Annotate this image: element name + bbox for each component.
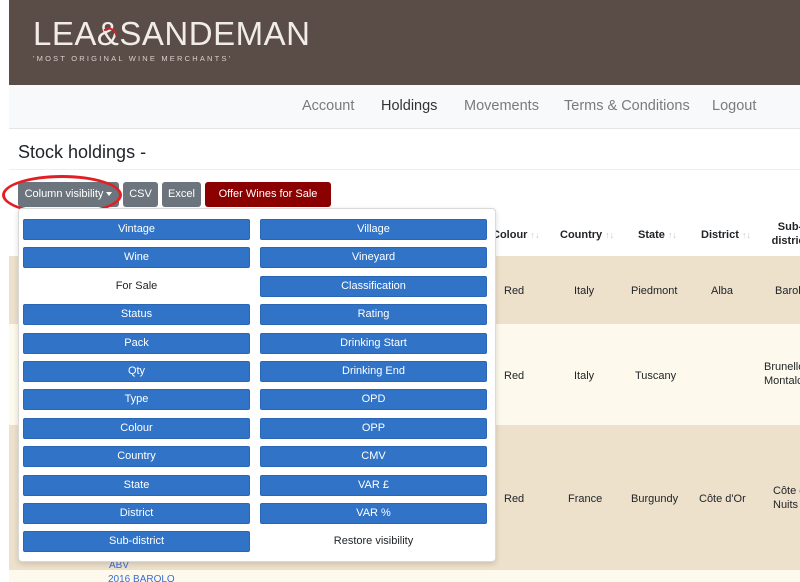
th-subdistrict[interactable]: Sub-district: [770, 220, 800, 248]
nav-logout[interactable]: Logout: [712, 98, 756, 114]
brand-name-right: SANDEMAN: [119, 15, 311, 52]
column-toggle-wine[interactable]: Wine: [23, 247, 250, 269]
cell-subdistrict: Barolo: [775, 285, 800, 297]
cell-state: Burgundy: [631, 493, 679, 505]
cell-state: Piedmont: [631, 285, 678, 297]
top-nav: Account Holdings Movements Terms & Condi…: [9, 85, 800, 129]
cell-subdistrict: Côte de Nuits: [773, 485, 800, 511]
column-toggle-var[interactable]: VAR £: [260, 474, 487, 496]
brand-tagline: 'MOST ORIGINAL WINE MERCHANTS': [33, 54, 233, 63]
column-toggle-opp[interactable]: OPP: [260, 417, 487, 439]
csv-button[interactable]: CSV: [123, 182, 158, 207]
column-toggle-pack[interactable]: Pack: [23, 332, 250, 354]
cell-subdistrict: Brunello Montalcino: [764, 361, 800, 387]
cell-district: Côte d'Or: [699, 493, 746, 505]
cell-colour: Red: [504, 493, 525, 505]
sort-icon: ↑↓: [741, 230, 751, 240]
column-visibility-menu: Vintage Wine For Sale Status Pack Qty Type Colo…: [18, 208, 496, 562]
column-toggle-vineyard[interactable]: Vineyard: [260, 247, 487, 269]
cell-colour: Red: [504, 370, 525, 382]
th-subdistrict-label: Sub-district: [771, 221, 800, 247]
th-state[interactable]: State ↑↓: [638, 228, 677, 242]
column-toggle-type[interactable]: Type: [23, 389, 250, 411]
nav-account[interactable]: Account: [302, 98, 354, 114]
column-toggle-var[interactable]: VAR %: [260, 503, 487, 524]
column-toggle-status[interactable]: Status: [23, 304, 250, 326]
cell-country: Italy: [574, 285, 595, 297]
th-district[interactable]: District ↑↓: [701, 228, 751, 242]
table-header: Colour ↑↓ Country ↑↓ State ↑↓ District ↑↓ Su…: [486, 214, 800, 256]
column-toggle-for-sale[interactable]: For Sale: [23, 276, 250, 297]
cell-colour: Red: [504, 285, 525, 297]
brand-logo[interactable]: LEA&SANDEMAN 'MOST ORIGINAL WINE MERCHAN…: [33, 14, 310, 63]
title-divider: [9, 169, 800, 170]
offer-wines-button[interactable]: Offer Wines for Sale: [205, 182, 331, 207]
cell-country: France: [568, 493, 603, 505]
nav-movements[interactable]: Movements: [464, 98, 539, 114]
column-toggle-drinking-start[interactable]: Drinking Start: [260, 332, 487, 354]
column-visibility-label: Column visibility: [24, 188, 104, 200]
column-toggle-cmv[interactable]: CMV: [260, 446, 487, 468]
column-toggle-colour[interactable]: Colour: [23, 417, 250, 439]
column-toggle-rating[interactable]: Rating: [260, 304, 487, 326]
cell-state: Tuscany: [635, 370, 677, 382]
sort-icon: ↑↓: [530, 230, 540, 240]
brand-name-left: LEA: [33, 15, 97, 52]
column-toggle-qty[interactable]: Qty: [23, 361, 250, 382]
cell-country: Italy: [574, 370, 595, 382]
column-toggle-district[interactable]: District: [23, 503, 250, 524]
th-colour[interactable]: Colour ↑↓: [492, 228, 539, 242]
brand-name: LEA&SANDEMAN: [33, 14, 310, 54]
th-colour-label: Colour: [492, 229, 528, 241]
th-district-label: District: [701, 229, 739, 241]
excel-button[interactable]: Excel: [162, 182, 201, 207]
site-header: LEA&SANDEMAN 'MOST ORIGINAL WINE MERCHAN…: [9, 0, 800, 85]
wine-link[interactable]: 2016 BAROLO: [108, 574, 175, 582]
page-title: Stock holdings -: [18, 142, 147, 162]
column-toggle-village[interactable]: Village: [260, 219, 487, 240]
brand-ampersand: &: [96, 15, 120, 52]
th-country[interactable]: Country ↑↓: [560, 228, 614, 242]
column-toggle-country[interactable]: Country: [23, 446, 250, 468]
caret-down-icon: [106, 192, 113, 197]
sort-icon: ↑↓: [667, 230, 677, 240]
restore-visibility-button[interactable]: Restore visibility: [260, 531, 487, 552]
column-toggle-drinking-end[interactable]: Drinking End: [260, 361, 487, 382]
column-visibility-button[interactable]: Column visibility: [18, 182, 119, 207]
cell-district: Alba: [711, 285, 734, 297]
column-toggle-classification[interactable]: Classification: [260, 275, 487, 297]
column-toggle-vintage[interactable]: Vintage: [23, 219, 250, 240]
sort-icon: ↑↓: [605, 230, 615, 240]
column-toggle-state[interactable]: State: [23, 474, 250, 496]
nav-holdings[interactable]: Holdings: [381, 98, 437, 114]
nav-terms[interactable]: Terms & Conditions: [564, 98, 690, 114]
th-country-label: Country: [560, 229, 603, 241]
column-toggle-opd[interactable]: OPD: [260, 389, 487, 411]
column-toggle-sub-district[interactable]: Sub-district: [23, 531, 250, 553]
th-state-label: State: [638, 229, 665, 241]
